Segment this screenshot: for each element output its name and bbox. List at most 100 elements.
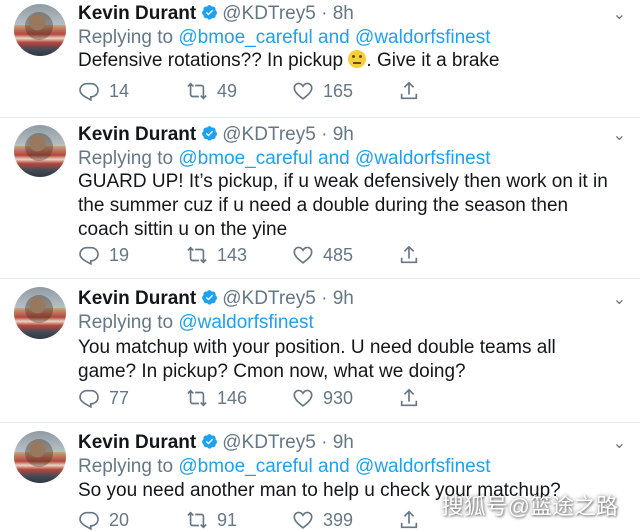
replying-and[interactable]: and [318, 148, 350, 169]
retweet-button[interactable]: 146 [186, 387, 247, 409]
mention-link[interactable]: @waldorfsfinest [355, 148, 490, 169]
tweet-3[interactable]: Kevin Durant @KDTrey5 · 9h ⌄ Replying to … [0, 279, 640, 423]
replying-to: Replying to @bmoe_careful and @waldorfsf… [78, 147, 490, 171]
author-name[interactable]: Kevin Durant [78, 432, 196, 453]
verified-badge-icon [202, 126, 218, 141]
tweet-header: Kevin Durant @KDTrey5 · 9h [78, 123, 354, 147]
author-handle[interactable]: @KDTrey5 [222, 124, 316, 145]
replying-to: Replying to @waldorfsfinest [78, 311, 314, 335]
tweet-time[interactable]: 9h [333, 124, 354, 145]
share-button[interactable] [398, 509, 429, 531]
tweet-time[interactable]: 8h [333, 3, 354, 24]
tweet-time[interactable]: 9h [333, 432, 354, 453]
like-count: 485 [323, 244, 354, 265]
heart-icon [293, 246, 313, 264]
retweet-count: 143 [217, 244, 248, 265]
reply-count: 14 [109, 80, 130, 101]
like-count: 930 [323, 387, 354, 408]
mention-link[interactable]: @bmoe_careful [178, 27, 312, 48]
share-icon [400, 245, 418, 264]
heart-icon [293, 389, 313, 407]
like-count: 165 [323, 80, 354, 101]
reply-count: 20 [109, 509, 130, 530]
retweet-count: 49 [217, 80, 238, 101]
chevron-down-icon[interactable]: ⌄ [613, 125, 626, 145]
author-name[interactable]: Kevin Durant [78, 3, 196, 24]
author-handle[interactable]: @KDTrey5 [222, 288, 316, 309]
mention-link[interactable]: @waldorfsfinest [355, 456, 490, 477]
retweet-icon [187, 246, 207, 264]
replying-label: Replying to [78, 27, 174, 48]
replying-label: Replying to [78, 148, 174, 169]
reply-count: 77 [109, 387, 130, 408]
chevron-down-icon[interactable]: ⌄ [613, 4, 626, 24]
like-button[interactable]: 485 [292, 244, 353, 266]
mention-link[interactable]: @bmoe_careful [178, 456, 312, 477]
replying-label: Replying to [78, 456, 174, 477]
reply-button[interactable]: 20 [78, 509, 129, 531]
mention-link[interactable]: @waldorfsfinest [355, 27, 490, 48]
mention-link[interactable]: @waldorfsfinest [178, 312, 313, 333]
share-icon [400, 81, 418, 100]
reply-icon [79, 511, 99, 531]
replying-and[interactable]: and [318, 27, 350, 48]
heart-icon [293, 511, 313, 529]
separator-dot: · [321, 124, 328, 145]
avatar[interactable] [14, 4, 66, 56]
avatar[interactable] [14, 125, 66, 177]
tweet-text: You matchup with your position. U need d… [78, 337, 556, 382]
tweet-time[interactable]: 9h [333, 288, 354, 309]
chevron-down-icon[interactable]: ⌄ [613, 289, 626, 309]
like-count: 399 [323, 509, 354, 530]
replying-to: Replying to @bmoe_careful and @waldorfsf… [78, 455, 490, 479]
tweet-text-part: Defensive rotations?? In pickup [78, 50, 349, 71]
verified-badge-icon [202, 434, 218, 449]
avatar[interactable] [14, 287, 66, 339]
author-name[interactable]: Kevin Durant [78, 288, 196, 309]
heart-icon [293, 82, 313, 100]
watermark: 搜狐号@篮途之路 [441, 494, 618, 519]
tweet-text: Defensive rotations?? In pickup . Give i… [78, 49, 618, 73]
retweet-button[interactable]: 91 [186, 509, 237, 531]
reply-button[interactable]: 19 [78, 244, 129, 266]
replying-to: Replying to @bmoe_careful and @waldorfsf… [78, 26, 490, 50]
reply-button[interactable]: 77 [78, 387, 129, 409]
like-button[interactable]: 930 [292, 387, 353, 409]
share-icon [400, 510, 418, 529]
share-button[interactable] [398, 387, 429, 409]
retweet-button[interactable]: 49 [186, 80, 237, 102]
author-handle[interactable]: @KDTrey5 [222, 3, 316, 24]
author-handle[interactable]: @KDTrey5 [222, 432, 316, 453]
retweet-icon [187, 389, 207, 407]
retweet-button[interactable]: 143 [186, 244, 247, 266]
replying-label: Replying to [78, 312, 174, 333]
retweet-icon [187, 511, 207, 529]
verified-badge-icon [202, 5, 218, 20]
reply-icon [79, 82, 99, 102]
retweet-count: 91 [217, 509, 238, 530]
tweet-text-part: . Give it a brake [366, 50, 500, 71]
tweet-2[interactable]: Kevin Durant @KDTrey5 · 9h ⌄ Replying to … [0, 118, 640, 279]
tweet-1[interactable]: Kevin Durant @KDTrey5 · 8h ⌄ Replying to … [0, 0, 640, 118]
share-button[interactable] [398, 80, 429, 102]
tweet-header: Kevin Durant @KDTrey5 · 9h [78, 287, 354, 311]
separator-dot: · [321, 3, 328, 24]
replying-and[interactable]: and [318, 456, 350, 477]
share-button[interactable] [398, 244, 429, 266]
reply-button[interactable]: 14 [78, 80, 129, 102]
reply-icon [79, 246, 99, 266]
mention-link[interactable]: @bmoe_careful [178, 148, 312, 169]
tweet-header: Kevin Durant @KDTrey5 · 9h [78, 431, 354, 455]
chevron-down-icon[interactable]: ⌄ [613, 433, 626, 453]
like-button[interactable]: 165 [292, 80, 353, 102]
tweet-text: GUARD UP! It’s pickup, if u weak defensi… [78, 171, 608, 240]
verified-badge-icon [202, 290, 218, 305]
tweet-header: Kevin Durant @KDTrey5 · 8h [78, 2, 354, 26]
retweet-icon [187, 82, 207, 100]
reply-count: 19 [109, 244, 130, 265]
avatar[interactable] [14, 431, 66, 483]
neutral-face-emoji-icon [348, 50, 367, 68]
author-name[interactable]: Kevin Durant [78, 124, 196, 145]
like-button[interactable]: 399 [292, 509, 353, 531]
share-icon [400, 388, 418, 407]
